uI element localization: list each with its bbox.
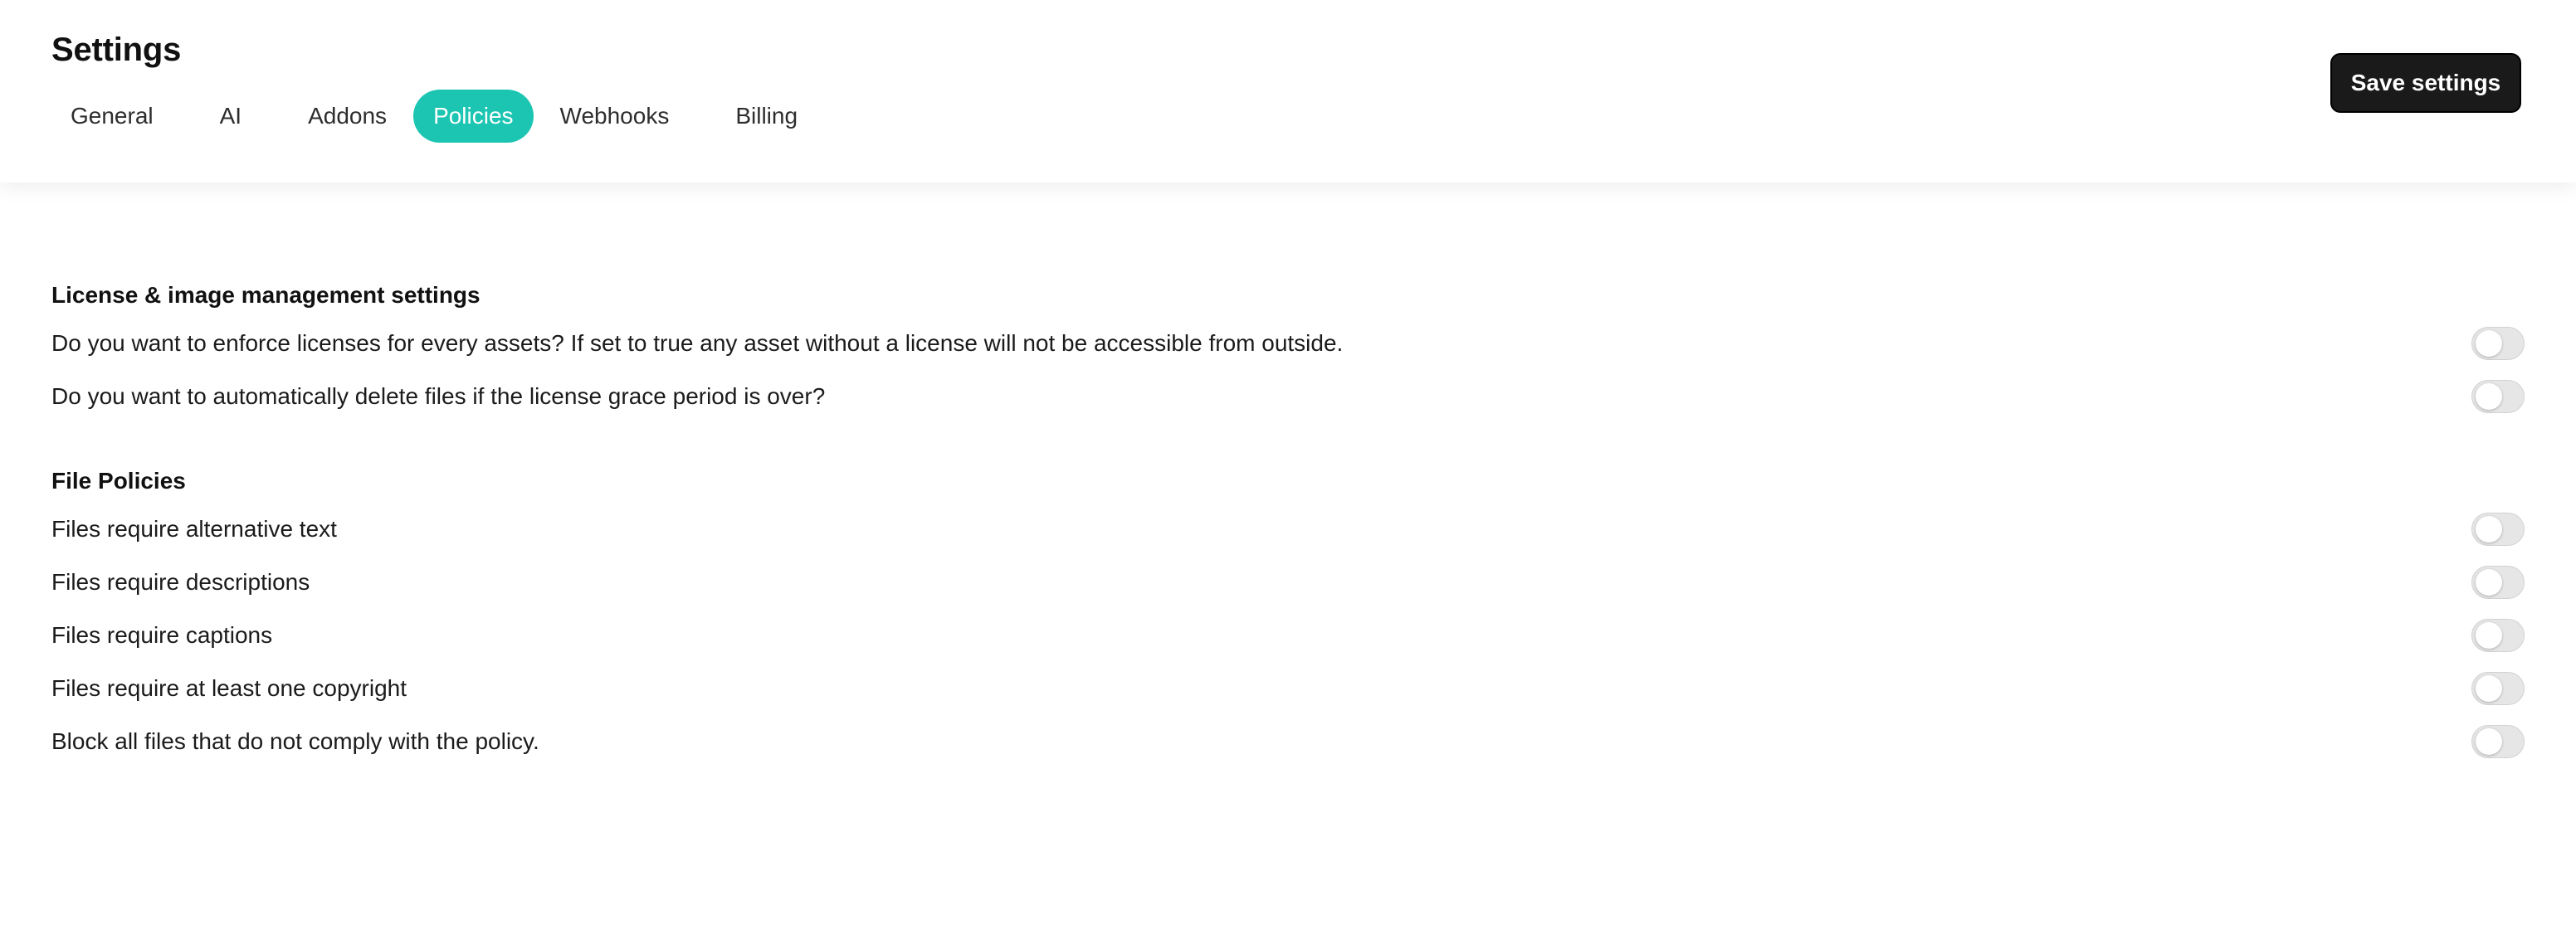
settings-header: Settings General AI Addons Policies Webh… bbox=[0, 0, 2576, 182]
section-title-license: License & image management settings bbox=[51, 282, 481, 308]
tab-billing[interactable]: Billing bbox=[715, 90, 817, 143]
toggle-knob bbox=[2476, 569, 2502, 596]
setting-label: Files require at least one copyright bbox=[51, 675, 407, 701]
tab-policies[interactable]: Policies bbox=[413, 90, 534, 143]
setting-row-copyright: Files require at least one copyright bbox=[51, 662, 2525, 715]
settings-tabs: General AI Addons Policies Webhooks Bill… bbox=[51, 90, 817, 143]
toggle-knob bbox=[2476, 728, 2502, 755]
setting-label: Files require captions bbox=[51, 622, 273, 648]
captions-toggle[interactable] bbox=[2471, 619, 2525, 652]
page-title: Settings bbox=[51, 32, 182, 68]
setting-label: Do you want to enforce licenses for ever… bbox=[51, 330, 1344, 356]
enforce-licenses-toggle[interactable] bbox=[2471, 327, 2525, 360]
toggle-knob bbox=[2476, 516, 2502, 543]
setting-label: Do you want to automatically delete file… bbox=[51, 383, 826, 409]
policies-content: License & image management settings Do y… bbox=[51, 182, 2525, 768]
tab-ai[interactable]: AI bbox=[200, 90, 261, 143]
tab-webhooks[interactable]: Webhooks bbox=[540, 90, 690, 143]
toggle-knob bbox=[2476, 675, 2502, 702]
toggle-knob bbox=[2476, 383, 2502, 410]
alt-text-toggle[interactable] bbox=[2471, 513, 2525, 546]
descriptions-toggle[interactable] bbox=[2471, 566, 2525, 599]
tab-addons[interactable]: Addons bbox=[288, 90, 407, 143]
setting-row-block-noncompliant: Block all files that do not comply with … bbox=[51, 715, 2525, 768]
setting-row-auto-delete: Do you want to automatically delete file… bbox=[51, 370, 2525, 423]
setting-label: Files require descriptions bbox=[51, 569, 310, 595]
setting-row-captions: Files require captions bbox=[51, 609, 2525, 662]
block-noncompliant-toggle[interactable] bbox=[2471, 725, 2525, 758]
setting-label: Block all files that do not comply with … bbox=[51, 728, 539, 754]
setting-label: Files require alternative text bbox=[51, 516, 337, 542]
toggle-knob bbox=[2476, 330, 2502, 357]
setting-row-enforce-licenses: Do you want to enforce licenses for ever… bbox=[51, 317, 2525, 370]
auto-delete-toggle[interactable] bbox=[2471, 380, 2525, 413]
save-settings-button[interactable]: Save settings bbox=[2330, 53, 2521, 113]
toggle-knob bbox=[2476, 622, 2502, 649]
tab-general[interactable]: General bbox=[51, 90, 173, 143]
setting-row-alt-text: Files require alternative text bbox=[51, 503, 2525, 556]
section-title-file-policies: File Policies bbox=[51, 468, 186, 494]
copyright-toggle[interactable] bbox=[2471, 672, 2525, 705]
setting-row-descriptions: Files require descriptions bbox=[51, 556, 2525, 609]
